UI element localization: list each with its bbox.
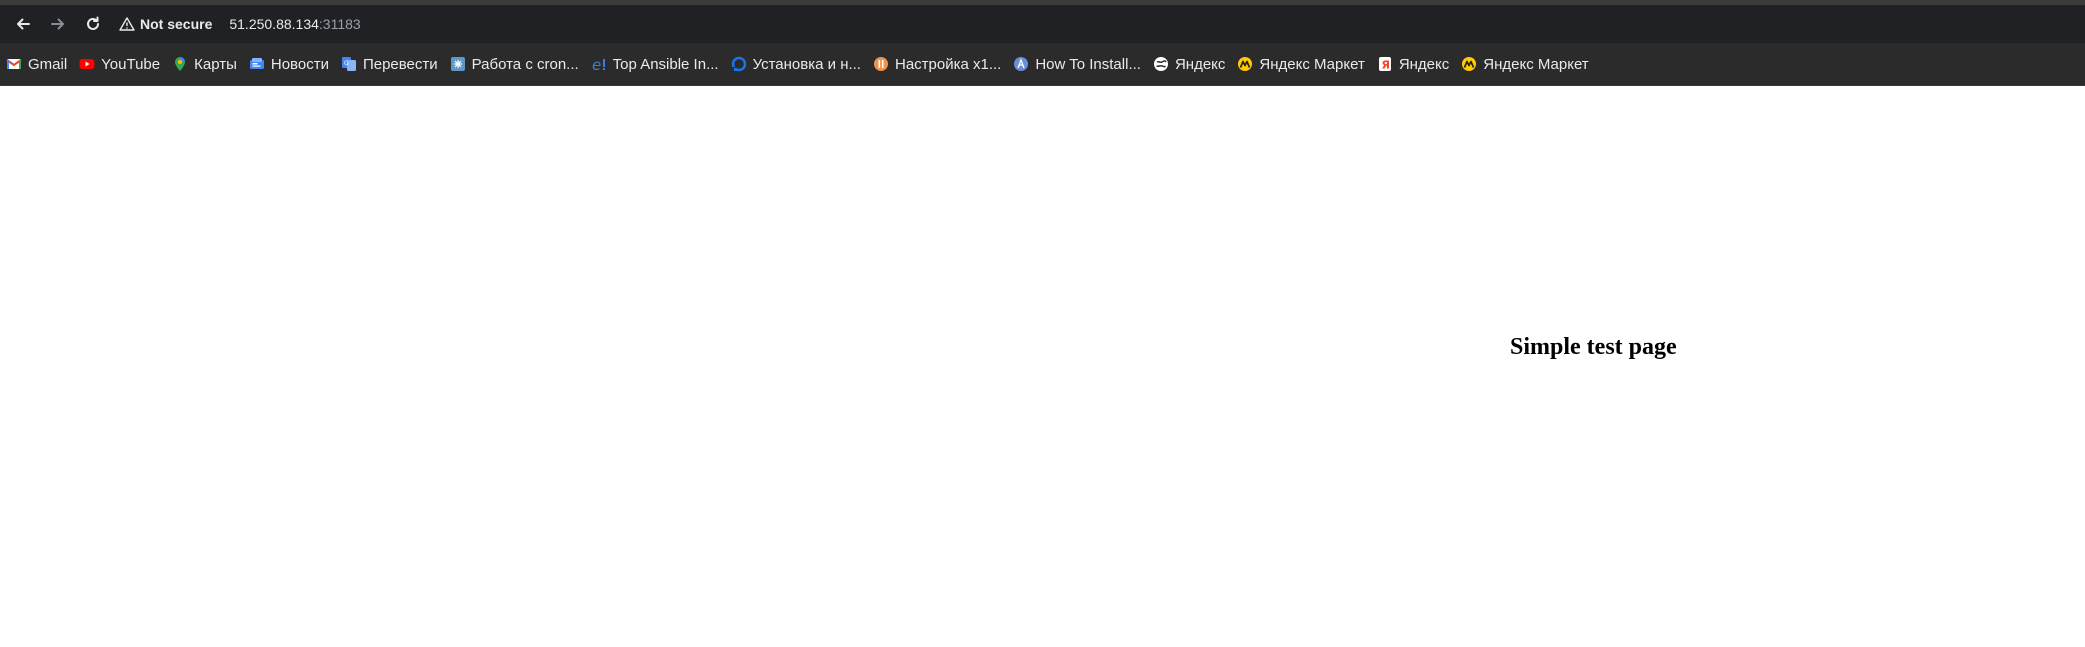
url-port: :31183	[318, 16, 361, 32]
bookmark-youtube[interactable]: YouTube	[79, 49, 160, 79]
bookmark-label: YouTube	[101, 55, 161, 73]
howto-icon	[1014, 57, 1029, 71]
yandex-market-icon	[1462, 57, 1477, 71]
bookmark-label: How To Install...	[1035, 55, 1141, 73]
yandex-icon: Я	[1378, 57, 1391, 72]
svg-text:G: G	[344, 60, 349, 67]
youtube-icon	[79, 59, 95, 69]
bookmark-yandex-2[interactable]: Я Яндекс	[1377, 49, 1449, 79]
url-host: 51.250.88.134	[229, 16, 319, 32]
bookmark-maps[interactable]: Карты	[172, 49, 237, 79]
bookmark-yandex-market-1[interactable]: Яндекс Маркет	[1237, 49, 1365, 79]
bookmark-install[interactable]: Установка и н...	[731, 49, 861, 79]
bookmark-label: Яндекс	[1174, 55, 1226, 73]
bookmark-howto[interactable]: How To Install...	[1013, 49, 1141, 79]
maps-icon	[175, 57, 186, 71]
back-button[interactable]	[8, 9, 38, 39]
svg-text:Я: Я	[1381, 59, 1389, 72]
page-heading: Simple test page	[1510, 334, 1677, 360]
bookmark-label: Новости	[270, 55, 329, 73]
bookmark-label: Gmail	[28, 55, 68, 73]
bookmark-gmail[interactable]: Gmail	[6, 49, 67, 79]
address-bar[interactable]: Not secure 51.250.88.134:31183	[119, 9, 361, 39]
warning-triangle-icon	[119, 16, 135, 32]
translate-icon: G	[341, 57, 356, 71]
bookmark-label: Top Ansible In...	[612, 55, 719, 73]
bookmark-label: Настройка x1...	[894, 55, 1002, 73]
setup-icon	[873, 57, 888, 71]
bookmark-cron[interactable]: Работа с cron...	[450, 49, 579, 79]
bookmark-label: Установка и н...	[752, 55, 861, 73]
yandex-market-icon	[1238, 57, 1253, 71]
page-content: Simple test page	[0, 86, 2085, 646]
not-secure-label[interactable]: Not secure	[140, 16, 212, 32]
forward-button[interactable]	[43, 9, 73, 39]
bookmarks-bar: Gmail YouTube Карты Новости G Перевести …	[0, 43, 2085, 86]
bookmark-translate[interactable]: G Перевести	[341, 49, 438, 79]
cron-icon	[450, 57, 465, 71]
bookmark-label: Перевести	[362, 55, 438, 73]
bookmark-label: Работа с cron...	[471, 55, 579, 73]
browser-toolbar: Not secure 51.250.88.134:31183	[0, 5, 2085, 43]
ansible-icon: e	[592, 56, 605, 72]
reload-icon	[87, 16, 99, 30]
bookmark-news[interactable]: Новости	[249, 49, 329, 79]
bookmark-label: Яндекс Маркет	[1483, 55, 1589, 73]
bookmark-label: Карты	[194, 55, 237, 73]
gmail-icon	[6, 59, 22, 69]
yandex-globe-icon	[1153, 57, 1168, 71]
reload-button[interactable]	[78, 9, 108, 39]
bookmark-yandex-market-2[interactable]: Яндекс Маркет	[1461, 49, 1589, 79]
bookmark-yandex-1[interactable]: Яндекс	[1153, 49, 1225, 79]
bookmark-label: Яндекс	[1398, 55, 1450, 73]
install-icon	[731, 56, 746, 72]
svg-text:e: e	[592, 56, 601, 72]
news-icon	[249, 58, 264, 69]
bookmark-setup[interactable]: Настройка x1...	[873, 49, 1001, 79]
bookmark-label: Яндекс Маркет	[1259, 55, 1365, 73]
back-arrow-icon	[17, 18, 30, 30]
forward-arrow-icon	[51, 18, 64, 30]
bookmark-ansible[interactable]: e Top Ansible In...	[591, 49, 719, 79]
